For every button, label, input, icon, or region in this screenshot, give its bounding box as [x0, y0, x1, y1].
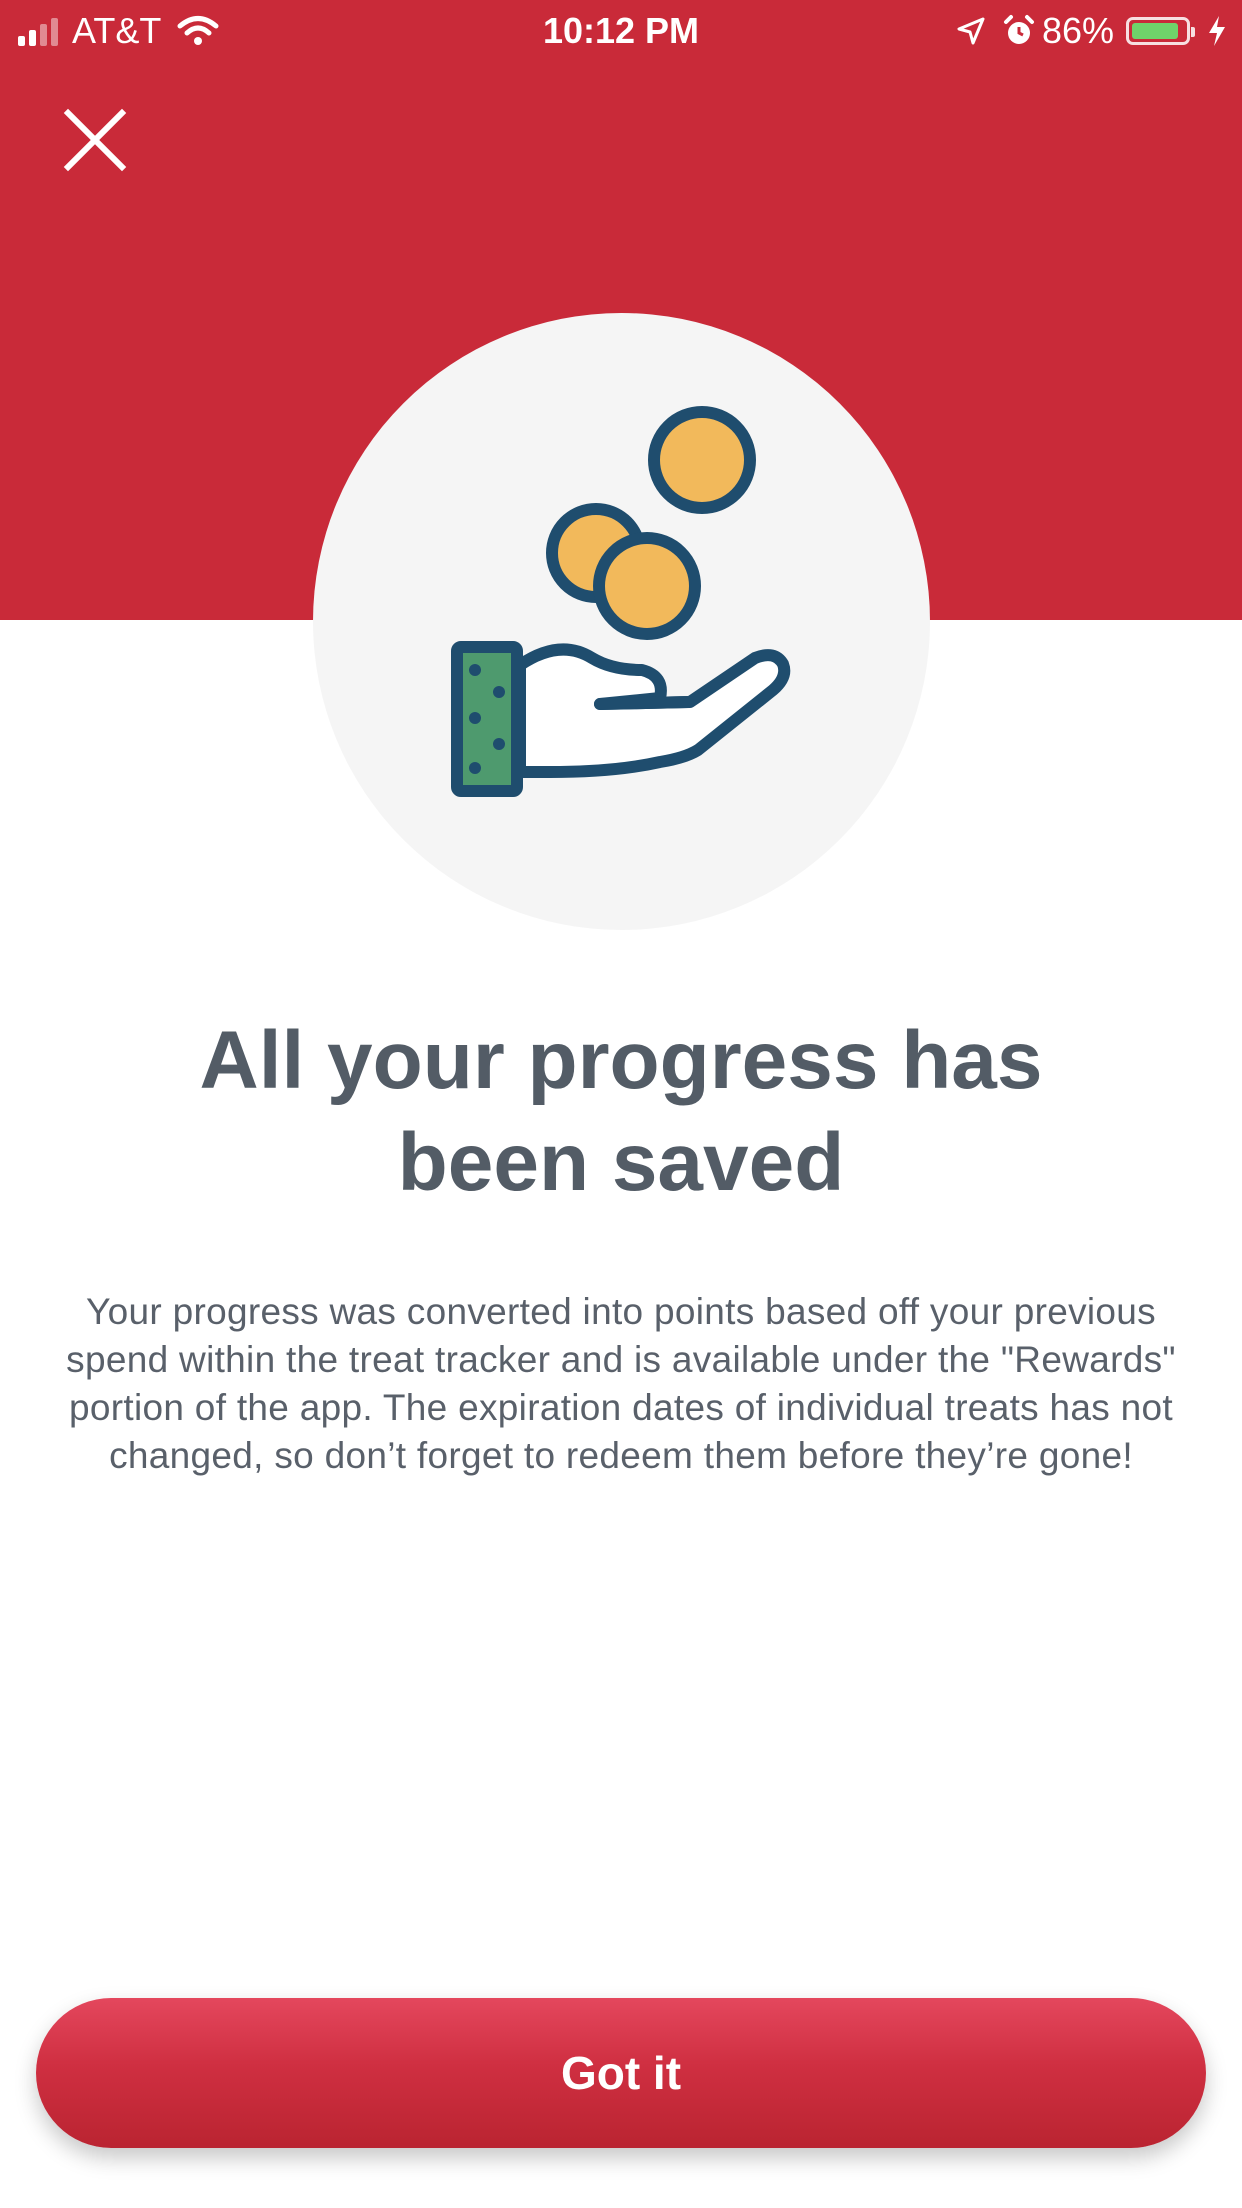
status-bar: AT&T 10:12 PM 86% [0, 0, 1242, 62]
got-it-button[interactable]: Got it [36, 1998, 1206, 2148]
hand-coins-icon [451, 406, 791, 797]
description-text: Your progress was converted into points … [66, 1291, 1176, 1476]
close-icon [63, 108, 127, 172]
close-button[interactable] [60, 105, 130, 175]
page-title: All your progress has been saved [199, 1015, 1043, 1208]
location-arrow-icon [957, 17, 985, 45]
battery-percent: 86% [1041, 10, 1114, 51]
alarm-icon [1003, 15, 1034, 44]
charging-bolt-icon [1209, 16, 1225, 46]
battery-icon [1126, 17, 1195, 45]
